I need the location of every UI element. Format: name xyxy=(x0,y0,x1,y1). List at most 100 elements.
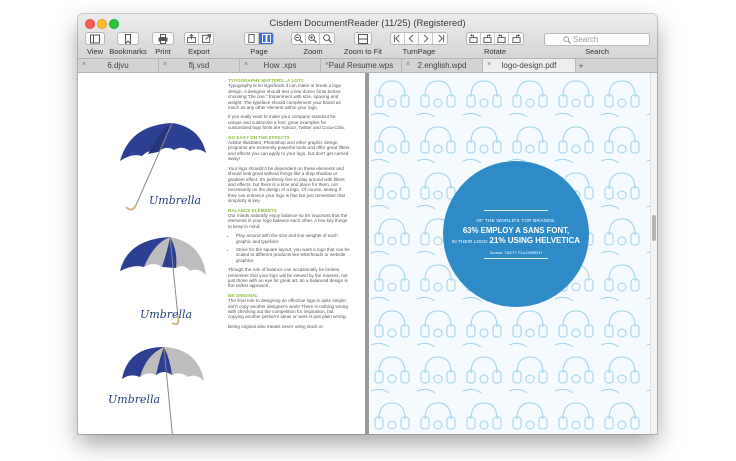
two-page-button[interactable] xyxy=(259,33,273,44)
zoom-out-button[interactable] xyxy=(292,33,306,44)
rotate-right-button[interactable] xyxy=(481,33,495,44)
page-mode-control[interactable] xyxy=(244,32,274,45)
share-icon xyxy=(201,34,211,43)
tab-close-icon[interactable]: × xyxy=(406,61,410,68)
rotate-left-90-button[interactable] xyxy=(495,33,509,44)
stat-line-3-main: 21% USING HELVETICA xyxy=(489,236,581,245)
list-item: Play around with the size and line weigh… xyxy=(236,233,350,244)
turn-page-label: TurnPage xyxy=(402,47,436,56)
zoom-in-button[interactable] xyxy=(306,33,320,44)
tab-logo-design-pdf[interactable]: × logo-design.pdf xyxy=(483,59,576,72)
sidebar-icon xyxy=(90,34,100,43)
tab-label: 2.english.wpd xyxy=(417,61,467,70)
bookmarks-button[interactable] xyxy=(117,32,139,45)
rotate-ccw-icon xyxy=(497,34,506,43)
rotate-cw-icon xyxy=(511,34,521,43)
bullet-list: Play around with the size and line weigh… xyxy=(228,233,350,263)
paragraph: Typography is so significant it can make… xyxy=(228,83,342,111)
search-placeholder: Search xyxy=(573,35,599,44)
search-icon xyxy=(563,36,571,44)
umbrella-logo-navy xyxy=(122,346,204,434)
export-button[interactable] xyxy=(185,33,199,44)
tab-close-icon[interactable]: × xyxy=(244,61,248,68)
toolbar: Cisdem DocumentReader (11/25) (Registere… xyxy=(78,14,657,58)
export-icon xyxy=(187,34,196,43)
paragraph: Our minds naturally enjoy balance so it'… xyxy=(228,212,348,229)
export-control[interactable] xyxy=(184,32,214,45)
tab-how-xps[interactable]: × How .xps xyxy=(240,59,321,72)
tab-bar: × 6.djvu × flj.vsd × How .xps × Paul Res… xyxy=(78,58,657,73)
first-page-icon xyxy=(393,34,400,43)
paragraph: If you really want to make your company … xyxy=(228,114,345,131)
rotate-right-90-button[interactable] xyxy=(509,33,523,44)
umbrella-wordmark: Umbrella xyxy=(108,393,161,406)
stat-line-2: 63% EMPLOY A SANS FONT, xyxy=(462,226,570,235)
tab-close-icon[interactable]: × xyxy=(325,61,329,68)
tab-close-icon[interactable]: × xyxy=(82,61,86,68)
rotate-label: Rotate xyxy=(483,47,507,56)
next-page-button[interactable] xyxy=(419,33,433,44)
bookmark-icon xyxy=(125,33,131,44)
paragraph: The final rule to designing an effective… xyxy=(228,298,348,320)
actual-size-button[interactable] xyxy=(320,33,334,44)
tab-2-english-wpd[interactable]: × 2.english.wpd xyxy=(402,59,483,72)
first-page-button[interactable] xyxy=(391,33,405,44)
tab-label: logo-design.pdf xyxy=(501,61,557,70)
new-tab-button[interactable]: + xyxy=(576,59,586,72)
export-label: Export xyxy=(188,47,210,56)
umbrella-wordmark: Umbrella xyxy=(140,308,193,321)
divider xyxy=(484,258,548,259)
document-view[interactable]: Umbrella Umbrella Umbrella TYPOGRAPHY MA… xyxy=(78,73,657,434)
right-page: OF THE WORLD'S TOP BRANDS, 63% EMPLOY A … xyxy=(369,73,650,434)
paragraph: Adobe Illustrator, Photoshop and other g… xyxy=(228,140,350,162)
search-input[interactable]: Search xyxy=(544,33,650,46)
tab-label: Paul Resume.wps xyxy=(328,61,394,70)
tab-6-djvu[interactable]: × 6.djvu xyxy=(78,59,159,72)
single-page-button[interactable] xyxy=(245,33,259,44)
tab-label: 6.djvu xyxy=(107,61,129,70)
zoom-in-icon xyxy=(308,34,317,43)
view-button[interactable] xyxy=(85,32,105,45)
last-page-button[interactable] xyxy=(433,33,447,44)
previous-page-button[interactable] xyxy=(405,33,419,44)
search-label: Search xyxy=(585,47,609,56)
window-title: Cisdem DocumentReader (11/25) (Registere… xyxy=(269,18,466,29)
rotate-left-button[interactable] xyxy=(467,33,481,44)
tab-close-icon[interactable]: × xyxy=(487,61,491,68)
tab-flj-vsd[interactable]: × flj.vsd xyxy=(159,59,240,72)
stat-source: Source: TASTY PLACEMENT xyxy=(489,250,543,255)
divider xyxy=(484,210,548,211)
paragraph: Your logo shouldn't be dependent on thes… xyxy=(228,165,345,204)
two-page-icon xyxy=(261,34,271,43)
magnifier-icon xyxy=(322,34,332,43)
zoom-out-icon xyxy=(294,34,303,43)
stat-line-3-prefix: IN THEIR LOGO xyxy=(451,240,488,245)
zoom-label: Zoom xyxy=(303,47,323,56)
zoom-to-fit-label: Zoom to Fit xyxy=(344,47,382,56)
single-page-icon xyxy=(248,34,255,43)
stat-line-3: IN THEIR LOGO 21% USING HELVETICA xyxy=(443,236,589,245)
umbrella-wordmark: Umbrella xyxy=(149,194,202,207)
rotate-control[interactable] xyxy=(466,32,524,45)
scrollbar-thumb[interactable] xyxy=(652,215,656,241)
tab-label: flj.vsd xyxy=(188,61,210,70)
page-label: Page xyxy=(250,47,268,56)
tab-label: How .xps xyxy=(263,61,297,70)
rotate-left-icon xyxy=(469,34,478,43)
tab-paul-resume-wps[interactable]: × Paul Resume.wps xyxy=(321,59,402,72)
article-text: TYPOGRAPHY MATTERS...A LOT!! Typography … xyxy=(228,76,350,333)
rotate-right-icon xyxy=(483,34,492,43)
share-button[interactable] xyxy=(199,33,213,44)
zoom-control[interactable] xyxy=(291,32,335,45)
turn-page-control[interactable] xyxy=(390,32,448,45)
print-label: Print xyxy=(155,47,171,56)
vertical-scrollbar[interactable] xyxy=(650,73,657,434)
zoom-to-fit-button[interactable] xyxy=(354,32,372,45)
chevron-right-icon xyxy=(423,34,429,43)
last-page-icon xyxy=(437,34,444,43)
tab-close-icon[interactable]: × xyxy=(163,61,167,68)
paragraph: Being original also means never using st… xyxy=(228,323,323,329)
print-button[interactable] xyxy=(152,32,174,45)
left-page: Umbrella Umbrella Umbrella TYPOGRAPHY MA… xyxy=(78,73,365,434)
app-window: Cisdem DocumentReader (11/25) (Registere… xyxy=(78,14,657,434)
